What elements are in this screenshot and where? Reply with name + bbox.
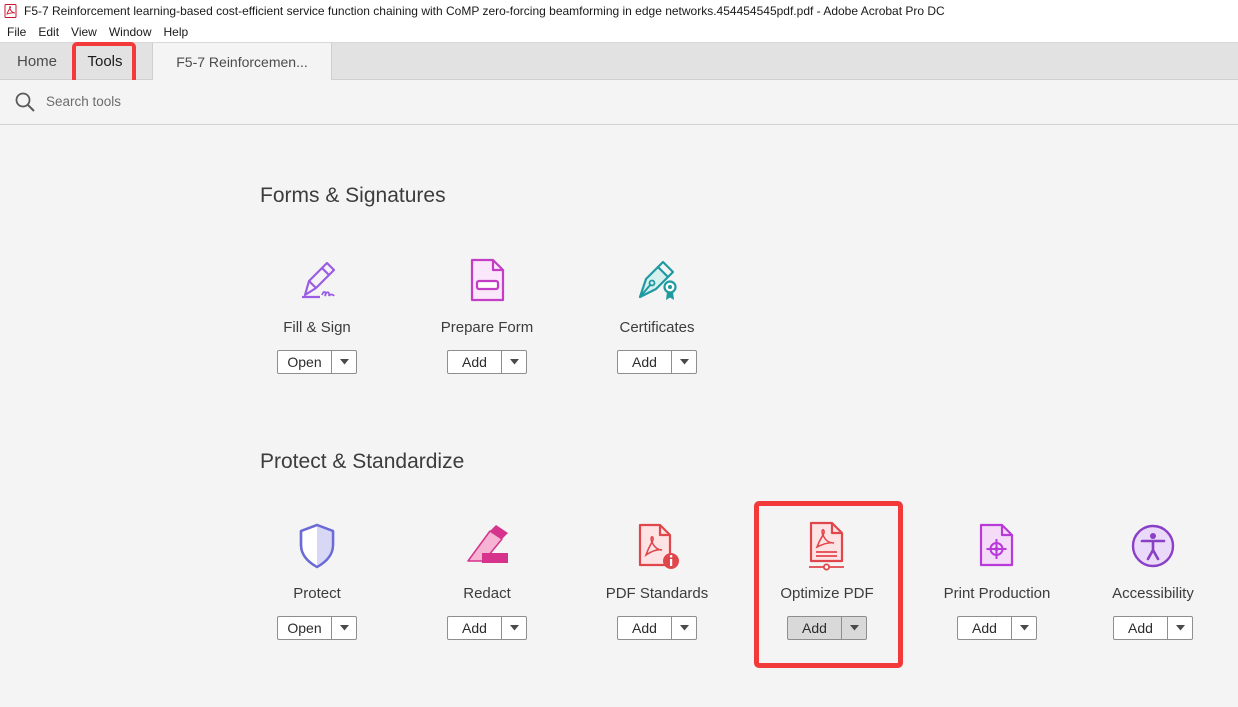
menu-help[interactable]: Help	[164, 25, 189, 39]
menu-view[interactable]: View	[71, 25, 97, 39]
optimize-pdf-highlight	[754, 501, 903, 668]
tool-certificates[interactable]: Certificates Add	[572, 255, 742, 374]
search-icon	[15, 92, 35, 112]
tab-home[interactable]: Home	[0, 43, 74, 80]
dropdown-arrow-icon[interactable]	[332, 617, 356, 639]
button-label[interactable]: Add	[618, 617, 672, 639]
tab-bar: Home Tools F5-7 Reinforcemen...	[0, 42, 1238, 81]
menu-bar: File Edit View Window Help	[0, 22, 1238, 42]
button-label[interactable]: Open	[278, 617, 332, 639]
accessibility-icon[interactable]	[1128, 521, 1178, 571]
dropdown-arrow-icon[interactable]	[502, 351, 526, 373]
button-label[interactable]: Add	[448, 351, 502, 373]
search-bar[interactable]: Search tools	[0, 80, 1238, 125]
tool-accessibility[interactable]: Accessibility Add	[1068, 521, 1238, 640]
acrobat-app-icon	[4, 4, 17, 18]
prepare-form-add-button[interactable]: Add	[447, 350, 527, 374]
button-label[interactable]: Add	[1114, 617, 1168, 639]
tools-tab-highlight	[72, 42, 136, 85]
pdf-standards-icon[interactable]	[632, 521, 682, 571]
tool-label: Protect	[293, 585, 341, 602]
tool-protect[interactable]: Protect Open	[232, 521, 402, 640]
tool-pdf-standards[interactable]: PDF Standards Add	[572, 521, 742, 640]
protect-open-button[interactable]: Open	[277, 616, 357, 640]
tool-redact[interactable]: Redact Add	[402, 521, 572, 640]
certificates-add-button[interactable]: Add	[617, 350, 697, 374]
redact-add-button[interactable]: Add	[447, 616, 527, 640]
button-label[interactable]: Open	[278, 351, 332, 373]
tool-label: Prepare Form	[440, 319, 534, 336]
section-title-protect-standardize: Protect & Standardize	[260, 450, 465, 473]
pdf-standards-add-button[interactable]: Add	[617, 616, 697, 640]
dropdown-arrow-icon[interactable]	[672, 351, 696, 373]
button-label[interactable]: Add	[618, 351, 672, 373]
print-production-icon[interactable]	[972, 521, 1022, 571]
button-label[interactable]: Add	[448, 617, 502, 639]
fill-sign-icon[interactable]	[292, 255, 342, 305]
menu-window[interactable]: Window	[109, 25, 152, 39]
menu-file[interactable]: File	[7, 25, 26, 39]
tool-prepare-form[interactable]: Prepare Form Add	[402, 255, 572, 374]
dropdown-arrow-icon[interactable]	[332, 351, 356, 373]
tab-document[interactable]: F5-7 Reinforcemen...	[152, 43, 332, 81]
print-production-add-button[interactable]: Add	[957, 616, 1037, 640]
dropdown-arrow-icon[interactable]	[672, 617, 696, 639]
tool-label: Fill & Sign	[283, 319, 351, 336]
dropdown-arrow-icon[interactable]	[1168, 617, 1192, 639]
tool-fill-sign[interactable]: Fill & Sign Open	[232, 255, 402, 374]
section-title-forms-signatures: Forms & Signatures	[260, 184, 446, 207]
search-input[interactable]: Search tools	[46, 94, 121, 109]
protect-icon[interactable]	[292, 521, 342, 571]
tool-label: Print Production	[943, 585, 1051, 602]
tool-print-production[interactable]: Print Production Add	[912, 521, 1082, 640]
title-bar: F5-7 Reinforcement learning-based cost-e…	[0, 0, 1238, 22]
tool-label: Certificates	[619, 319, 695, 336]
dropdown-arrow-icon[interactable]	[502, 617, 526, 639]
tool-label: Redact	[463, 585, 511, 602]
window-title: F5-7 Reinforcement learning-based cost-e…	[24, 4, 945, 18]
prepare-form-icon[interactable]	[462, 255, 512, 305]
accessibility-add-button[interactable]: Add	[1113, 616, 1193, 640]
certificates-icon[interactable]	[632, 255, 682, 305]
tool-label: PDF Standards	[605, 585, 709, 602]
redact-icon[interactable]	[462, 521, 512, 571]
dropdown-arrow-icon[interactable]	[1012, 617, 1036, 639]
tool-label: Accessibility	[1112, 585, 1194, 602]
menu-edit[interactable]: Edit	[38, 25, 59, 39]
button-label[interactable]: Add	[958, 617, 1012, 639]
fill-sign-open-button[interactable]: Open	[277, 350, 357, 374]
